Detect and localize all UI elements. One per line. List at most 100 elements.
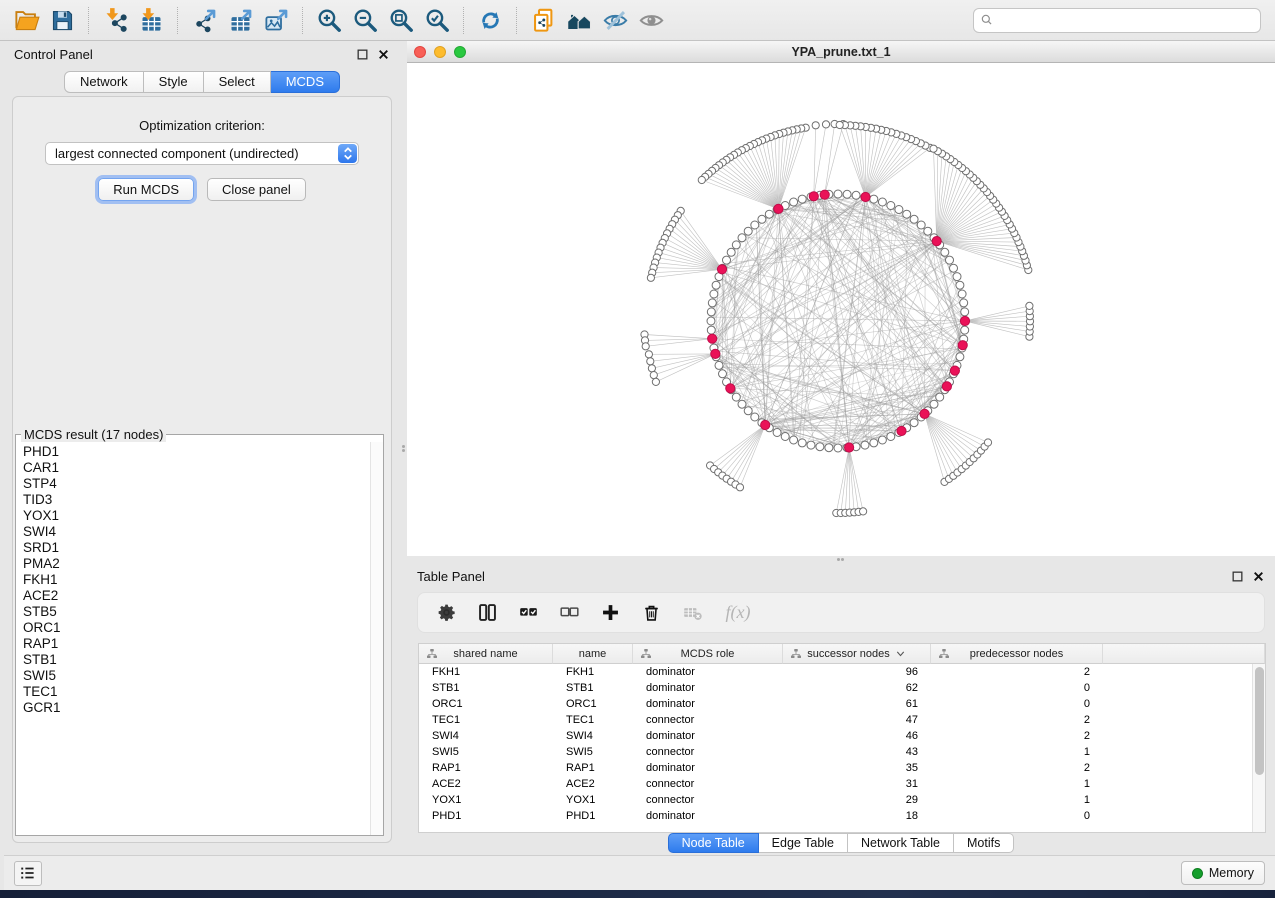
ring-node[interactable] (732, 241, 740, 249)
vertical-splitter[interactable] (400, 41, 407, 855)
ring-node[interactable] (707, 326, 715, 334)
ring-node[interactable] (758, 215, 766, 223)
mcds-hub-node[interactable] (774, 204, 783, 213)
gear-button[interactable] (434, 601, 458, 625)
column-header-name[interactable]: name (553, 644, 633, 664)
minimize-window-button[interactable] (434, 46, 446, 58)
ring-node[interactable] (870, 195, 878, 203)
mcds-node-item[interactable]: STB5 (17, 604, 369, 620)
ring-node[interactable] (961, 308, 969, 316)
zoom-out-button[interactable] (347, 3, 383, 37)
table-row[interactable]: RAP1RAP1dominator352 (419, 760, 1265, 776)
duplicate-network-button[interactable] (525, 3, 561, 37)
mcds-node-item[interactable]: ORC1 (17, 620, 369, 636)
ring-node[interactable] (930, 400, 938, 408)
column-header-successor-nodes[interactable]: successor nodes (783, 644, 931, 664)
mcds-hub-node[interactable] (845, 443, 854, 452)
ring-node[interactable] (887, 433, 895, 441)
ring-node[interactable] (924, 227, 932, 235)
ring-node[interactable] (790, 436, 798, 444)
column-header-MCDS-role[interactable]: MCDS role (633, 644, 783, 664)
ring-node[interactable] (798, 195, 806, 203)
memory-button[interactable]: Memory (1181, 861, 1265, 885)
ring-node[interactable] (834, 444, 842, 452)
tab-network[interactable]: Network (64, 71, 144, 93)
ring-node[interactable] (950, 264, 958, 272)
mcds-node-item[interactable]: RAP1 (17, 636, 369, 652)
ring-node[interactable] (715, 361, 723, 369)
mcds-hub-node[interactable] (950, 366, 959, 375)
tab-select[interactable]: Select (204, 71, 271, 93)
ring-node[interactable] (946, 256, 954, 264)
mcds-hub-node[interactable] (820, 190, 829, 199)
close-window-button[interactable] (414, 46, 426, 58)
run-mcds-button[interactable]: Run MCDS (98, 178, 194, 201)
ring-node[interactable] (790, 198, 798, 206)
table-row[interactable]: TEC1TEC1connector472 (419, 712, 1265, 728)
mcds-node-item[interactable]: PHD1 (17, 444, 369, 460)
ring-node[interactable] (707, 308, 715, 316)
ring-node[interactable] (953, 273, 961, 281)
column-header-shared-name[interactable]: shared name (419, 644, 553, 664)
ring-node[interactable] (917, 221, 925, 229)
table-row[interactable]: PHD1PHD1dominator180 (419, 808, 1265, 824)
float-panel-icon[interactable] (356, 48, 369, 61)
ring-node[interactable] (903, 210, 911, 218)
ring-node[interactable] (960, 299, 968, 307)
ring-node[interactable] (878, 436, 886, 444)
mcds-node-item[interactable]: STP4 (17, 476, 369, 492)
ring-node[interactable] (936, 393, 944, 401)
ring-node[interactable] (723, 256, 731, 264)
mcds-hub-node[interactable] (932, 237, 941, 246)
mcds-hub-node[interactable] (958, 341, 967, 350)
save-session-button[interactable] (44, 3, 80, 37)
ring-node[interactable] (816, 443, 824, 451)
ring-node[interactable] (712, 281, 720, 289)
ring-node[interactable] (707, 317, 715, 325)
ring-node[interactable] (732, 393, 740, 401)
ring-node[interactable] (744, 407, 752, 415)
import-table-button[interactable] (133, 3, 169, 37)
task-history-button[interactable] (14, 861, 42, 886)
zoom-in-button[interactable] (311, 3, 347, 37)
mcds-hub-node[interactable] (897, 426, 906, 435)
ring-node[interactable] (825, 444, 833, 452)
tab-node-table[interactable]: Node Table (668, 833, 759, 853)
tab-motifs[interactable]: Motifs (954, 833, 1014, 853)
mcds-node-item[interactable]: FKH1 (17, 572, 369, 588)
ring-node[interactable] (910, 419, 918, 427)
hide-visual-button[interactable] (597, 3, 633, 37)
tab-style[interactable]: Style (144, 71, 204, 93)
fan-node[interactable] (822, 121, 829, 128)
ring-node[interactable] (710, 290, 718, 298)
horizontal-splitter[interactable] (407, 556, 1275, 563)
fan-node[interactable] (647, 358, 654, 365)
fan-node[interactable] (647, 274, 654, 281)
optimization-dropdown[interactable]: largest connected component (undirected) (45, 142, 359, 165)
open-file-button[interactable] (8, 3, 44, 37)
ring-node[interactable] (878, 198, 886, 206)
export-table-button[interactable] (222, 3, 258, 37)
mcds-hub-node[interactable] (942, 382, 951, 391)
search-input[interactable] (994, 10, 1254, 30)
ring-node[interactable] (765, 210, 773, 218)
table-row[interactable]: SWI5SWI5connector431 (419, 744, 1265, 760)
ring-node[interactable] (751, 413, 759, 421)
mcds-hub-node[interactable] (861, 192, 870, 201)
mcds-node-item[interactable]: GCR1 (17, 700, 369, 716)
mcds-hub-node[interactable] (960, 316, 969, 325)
table-row[interactable]: ORC1ORC1dominator610 (419, 696, 1265, 712)
ring-node[interactable] (834, 190, 842, 198)
fan-node[interactable] (642, 343, 649, 350)
search-box[interactable] (973, 8, 1261, 33)
mcds-hub-node[interactable] (708, 334, 717, 343)
ring-node[interactable] (961, 326, 969, 334)
show-eye-button[interactable] (633, 3, 669, 37)
table-row[interactable]: SWI4SWI4dominator462 (419, 728, 1265, 744)
fan-node[interactable] (645, 351, 652, 358)
mcds-node-item[interactable]: SRD1 (17, 540, 369, 556)
mcds-hub-node[interactable] (711, 349, 720, 358)
fan-node[interactable] (650, 372, 657, 379)
fan-node[interactable] (860, 508, 867, 515)
close-panel-button[interactable]: Close panel (207, 178, 306, 201)
